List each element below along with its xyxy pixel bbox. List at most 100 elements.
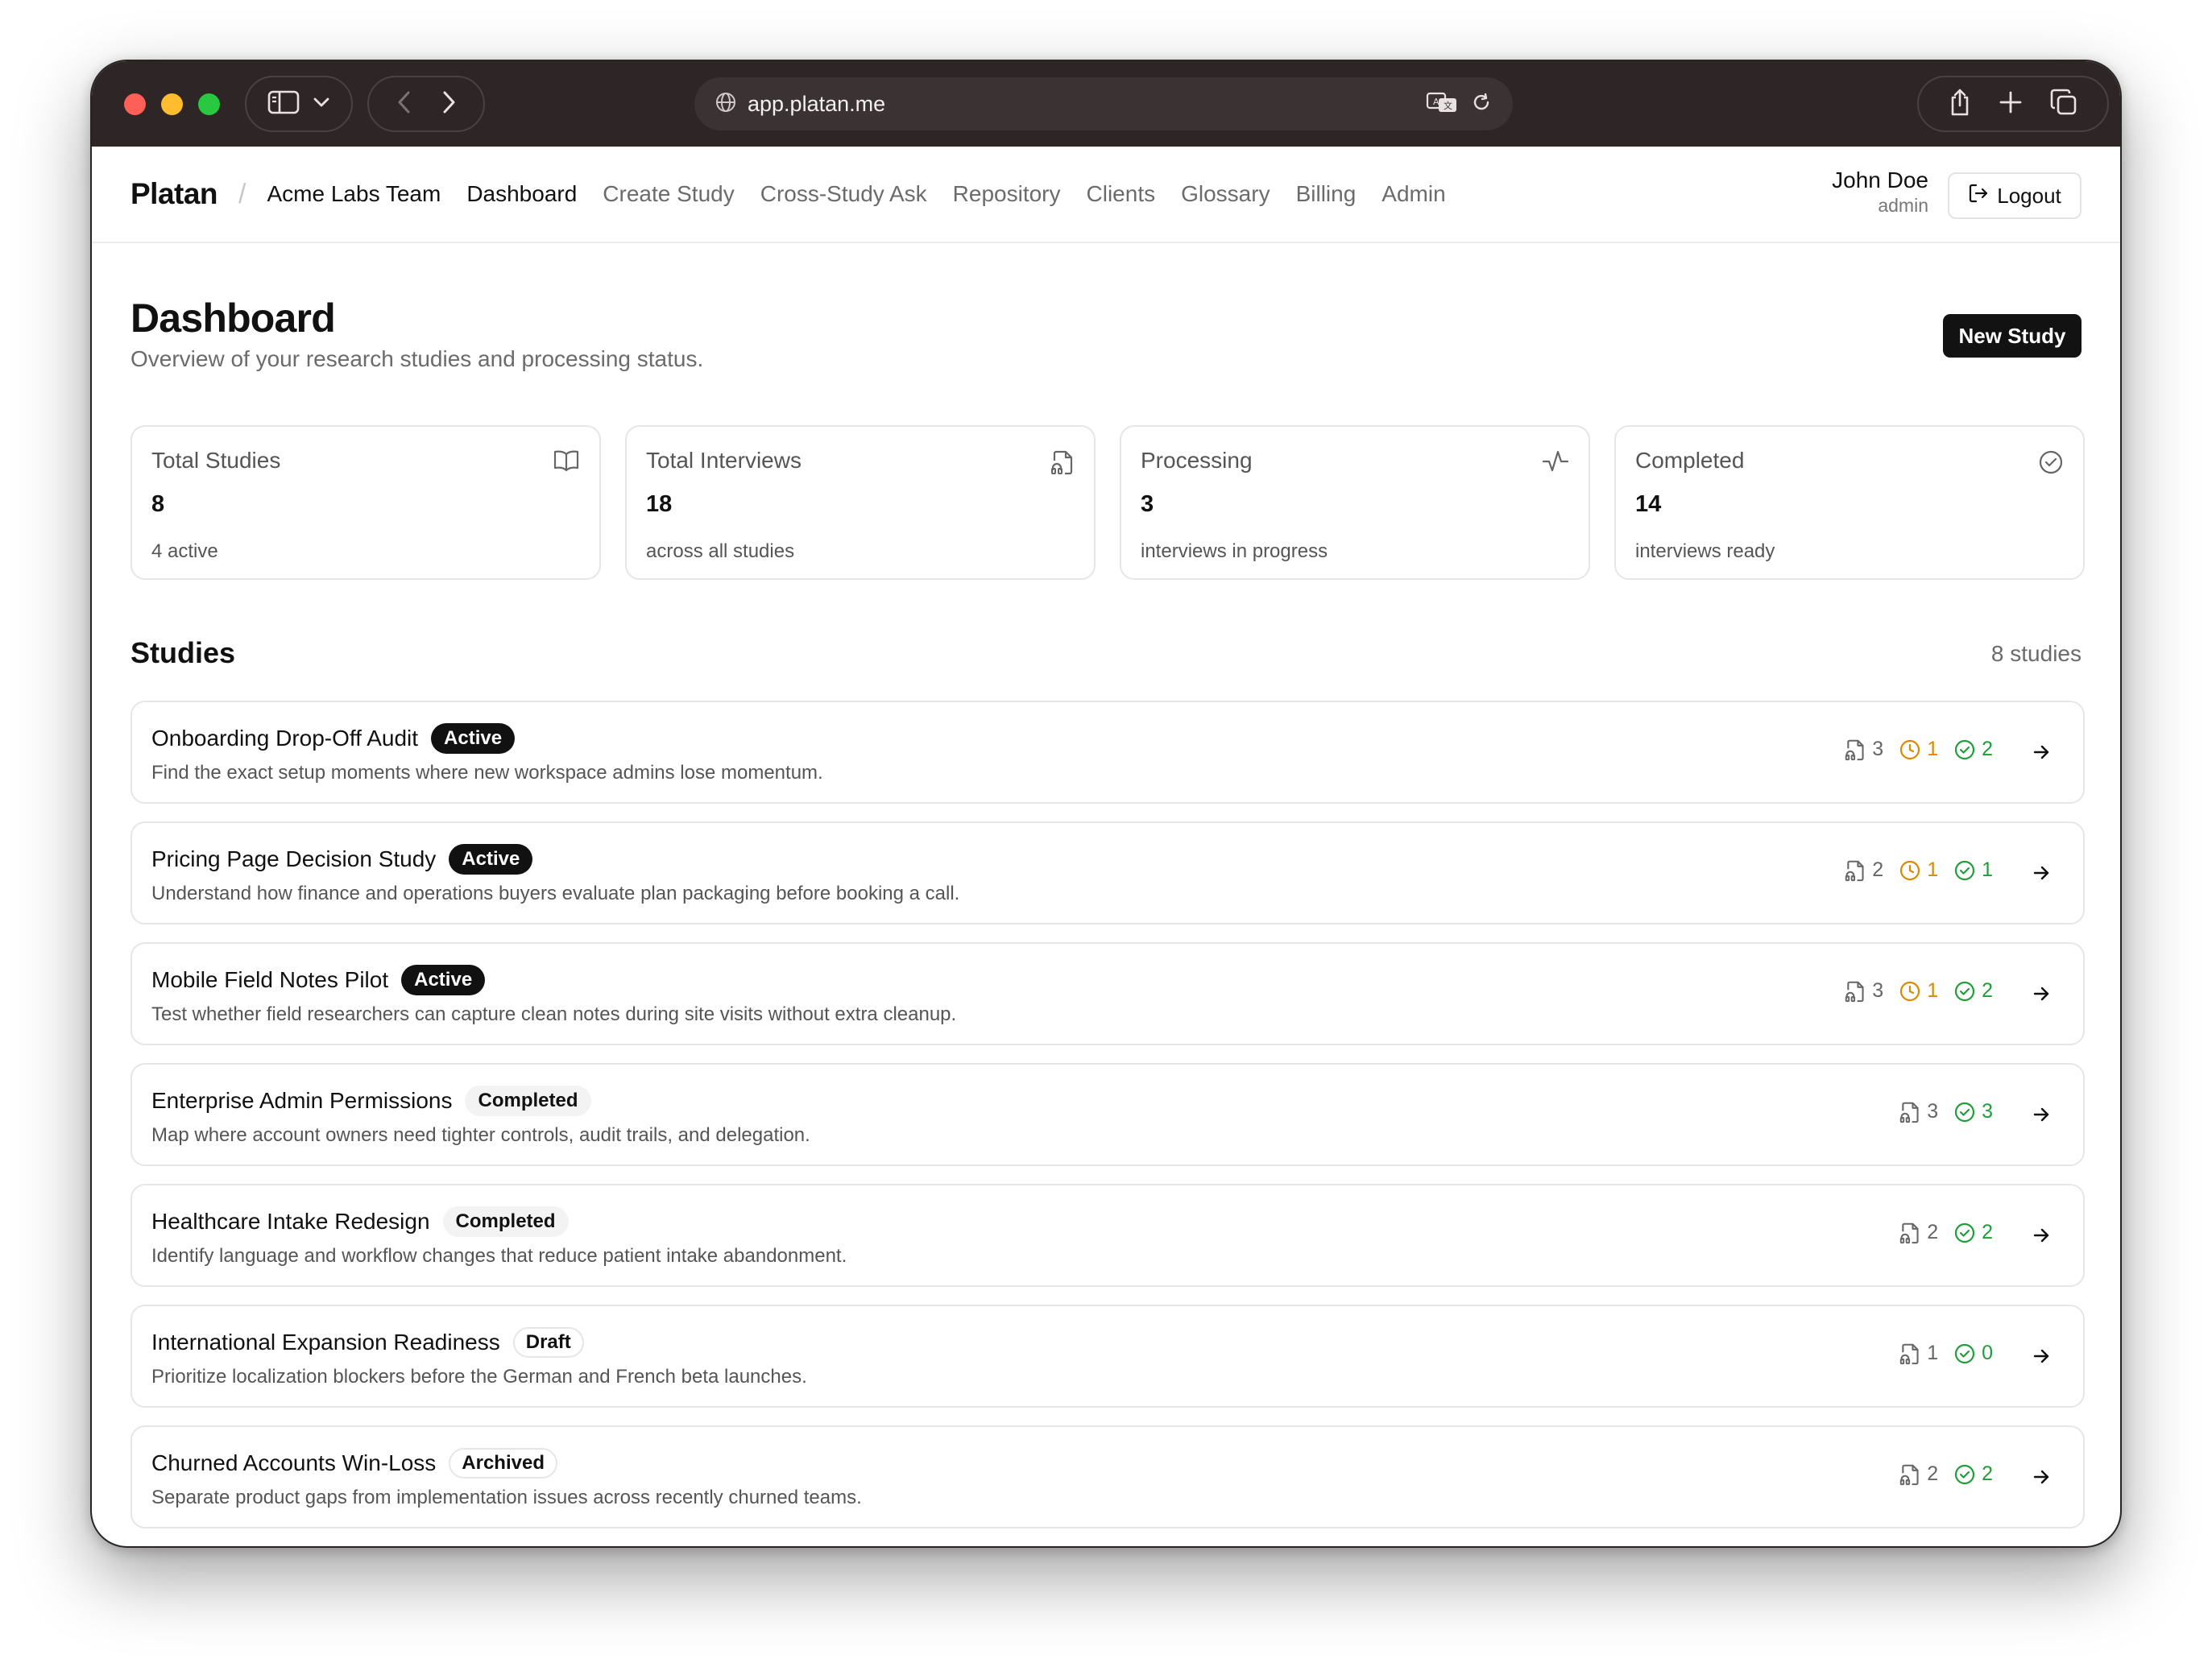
- logout-button[interactable]: Logout: [1948, 172, 2082, 219]
- ready-count-value: 2: [1982, 1462, 1993, 1485]
- main-nav: Dashboard Create Study Cross-Study Ask R…: [466, 181, 1445, 207]
- ready-count-value: 2: [1982, 1221, 1993, 1243]
- interview-count-value: 3: [1872, 738, 1884, 760]
- study-name[interactable]: Onboarding Drop-Off Audit: [151, 726, 418, 751]
- study-row[interactable]: Healthcare Intake Redesign Completed Ide…: [130, 1184, 2085, 1287]
- nav-create-study[interactable]: Create Study: [603, 181, 734, 207]
- status-badge: Completed: [442, 1206, 569, 1237]
- pending-count-value: 1: [1927, 738, 1939, 760]
- arrow-right-icon[interactable]: [2032, 1105, 2051, 1128]
- study-name[interactable]: Pricing Page Decision Study: [151, 846, 436, 872]
- team-name[interactable]: Acme Labs Team: [267, 181, 441, 207]
- arrow-right-icon[interactable]: [2032, 984, 2051, 1007]
- study-stats: 2 1 1: [1845, 858, 1993, 882]
- stat-card-total-studies: Total Studies 8 4 active: [130, 425, 601, 580]
- page-title: Dashboard: [130, 296, 336, 341]
- logout-icon: [1968, 183, 1989, 209]
- close-window-button[interactable]: [124, 93, 146, 115]
- study-name[interactable]: International Expansion Readiness: [151, 1330, 500, 1355]
- check-circle-icon: [1954, 860, 1975, 880]
- interview-count-value: 3: [1872, 979, 1884, 1002]
- globe-icon: [715, 92, 736, 117]
- svg-text:文: 文: [1444, 100, 1452, 111]
- nav-cross-study-ask[interactable]: Cross-Study Ask: [760, 181, 927, 207]
- sidebar-icon[interactable]: [267, 90, 300, 118]
- new-tab-icon[interactable]: [1999, 90, 2023, 118]
- study-title-line: International Expansion Readiness Draft: [151, 1327, 584, 1358]
- chevron-down-icon[interactable]: [313, 97, 330, 112]
- reload-icon[interactable]: [1471, 92, 1492, 117]
- file-audio-icon: [1845, 981, 1864, 1002]
- nav-clients[interactable]: Clients: [1087, 181, 1156, 207]
- study-description: Test whether field researchers can captu…: [151, 1003, 957, 1025]
- share-icon[interactable]: [1949, 88, 1971, 121]
- stat-note: interviews ready: [1635, 540, 1775, 562]
- interview-count: 3: [1845, 979, 1883, 1003]
- user-info: John Doe admin: [1832, 168, 1928, 217]
- minimize-window-button[interactable]: [161, 93, 183, 115]
- user-name: John Doe: [1832, 168, 1928, 192]
- studies-heading: Studies: [130, 636, 236, 669]
- study-row[interactable]: Churned Accounts Win-Loss Archived Separ…: [130, 1425, 2085, 1528]
- interview-count: 3: [1899, 1100, 1938, 1123]
- back-icon[interactable]: [397, 90, 412, 118]
- study-description: Find the exact setup moments where new w…: [151, 762, 823, 784]
- check-circle-icon: [1954, 1464, 1975, 1484]
- nav-admin[interactable]: Admin: [1381, 181, 1445, 207]
- brand-logo[interactable]: Platan: [130, 177, 218, 211]
- arrow-right-icon[interactable]: [2032, 1467, 2051, 1491]
- study-row[interactable]: Pricing Page Decision Study Active Under…: [130, 821, 2085, 925]
- study-row[interactable]: Enterprise Admin Permissions Completed M…: [130, 1063, 2085, 1166]
- arrow-right-icon[interactable]: [2032, 1346, 2051, 1370]
- study-row[interactable]: International Expansion Readiness Draft …: [130, 1305, 2085, 1408]
- study-name[interactable]: Enterprise Admin Permissions: [151, 1088, 452, 1114]
- stat-note: across all studies: [646, 540, 795, 562]
- study-title-line: Healthcare Intake Redesign Completed: [151, 1206, 569, 1237]
- nav-dashboard[interactable]: Dashboard: [466, 181, 577, 207]
- ready-count: 2: [1954, 979, 1993, 1003]
- pending-count: 1: [1899, 738, 1938, 761]
- nav-billing[interactable]: Billing: [1296, 181, 1357, 207]
- stat-note: 4 active: [151, 540, 218, 562]
- logout-label: Logout: [1997, 183, 2061, 208]
- interview-count: 2: [1845, 858, 1883, 882]
- arrow-right-icon[interactable]: [2032, 1226, 2051, 1249]
- new-study-button[interactable]: New Study: [1943, 314, 2082, 358]
- ready-count-value: 1: [1982, 858, 1993, 881]
- status-badge: Draft: [512, 1327, 584, 1358]
- study-stats: 2 2: [1899, 1221, 1993, 1244]
- stats-row: Total Studies 8 4 active Total Interview…: [130, 425, 2085, 580]
- browser-toolbar: app.platan.me A文: [92, 61, 2120, 147]
- nav-repository[interactable]: Repository: [953, 181, 1061, 207]
- study-title-line: Pricing Page Decision Study Active: [151, 844, 533, 875]
- arrow-right-icon[interactable]: [2032, 863, 2051, 887]
- pending-count-value: 1: [1927, 858, 1939, 881]
- study-title-line: Mobile Field Notes Pilot Active: [151, 965, 486, 995]
- stat-value: 8: [151, 491, 165, 517]
- interview-count: 3: [1845, 738, 1883, 761]
- activity-icon: [1542, 449, 1569, 478]
- study-row[interactable]: Onboarding Drop-Off Audit Active Find th…: [130, 701, 2085, 804]
- translate-icon[interactable]: A文: [1426, 91, 1458, 118]
- stat-card-completed: Completed 14 interviews ready: [1614, 425, 2085, 580]
- study-name[interactable]: Churned Accounts Win-Loss: [151, 1450, 436, 1476]
- arrow-right-icon[interactable]: [2032, 742, 2051, 766]
- stat-card-processing: Processing 3 interviews in progress: [1120, 425, 1590, 580]
- forward-icon[interactable]: [441, 90, 456, 118]
- study-title-line: Onboarding Drop-Off Audit Active: [151, 723, 516, 754]
- pending-count-value: 1: [1927, 979, 1939, 1002]
- user-role: admin: [1878, 195, 1928, 216]
- nav-glossary[interactable]: Glossary: [1181, 181, 1270, 207]
- study-row[interactable]: Mobile Field Notes Pilot Active Test whe…: [130, 942, 2085, 1045]
- tab-overview-icon[interactable]: [2050, 89, 2077, 120]
- address-bar[interactable]: app.platan.me A文: [694, 77, 1513, 130]
- interview-count-value: 2: [1927, 1462, 1939, 1485]
- zoom-window-button[interactable]: [198, 93, 220, 115]
- app-header: Platan / Acme Labs Team Dashboard Create…: [92, 147, 2120, 243]
- studies-count: 8 studies: [1990, 641, 2082, 666]
- study-name[interactable]: Healthcare Intake Redesign: [151, 1209, 430, 1235]
- stat-value: 14: [1635, 491, 1662, 517]
- page-subtitle: Overview of your research studies and pr…: [130, 346, 704, 371]
- study-name[interactable]: Mobile Field Notes Pilot: [151, 967, 388, 993]
- status-badge: Active: [431, 723, 516, 754]
